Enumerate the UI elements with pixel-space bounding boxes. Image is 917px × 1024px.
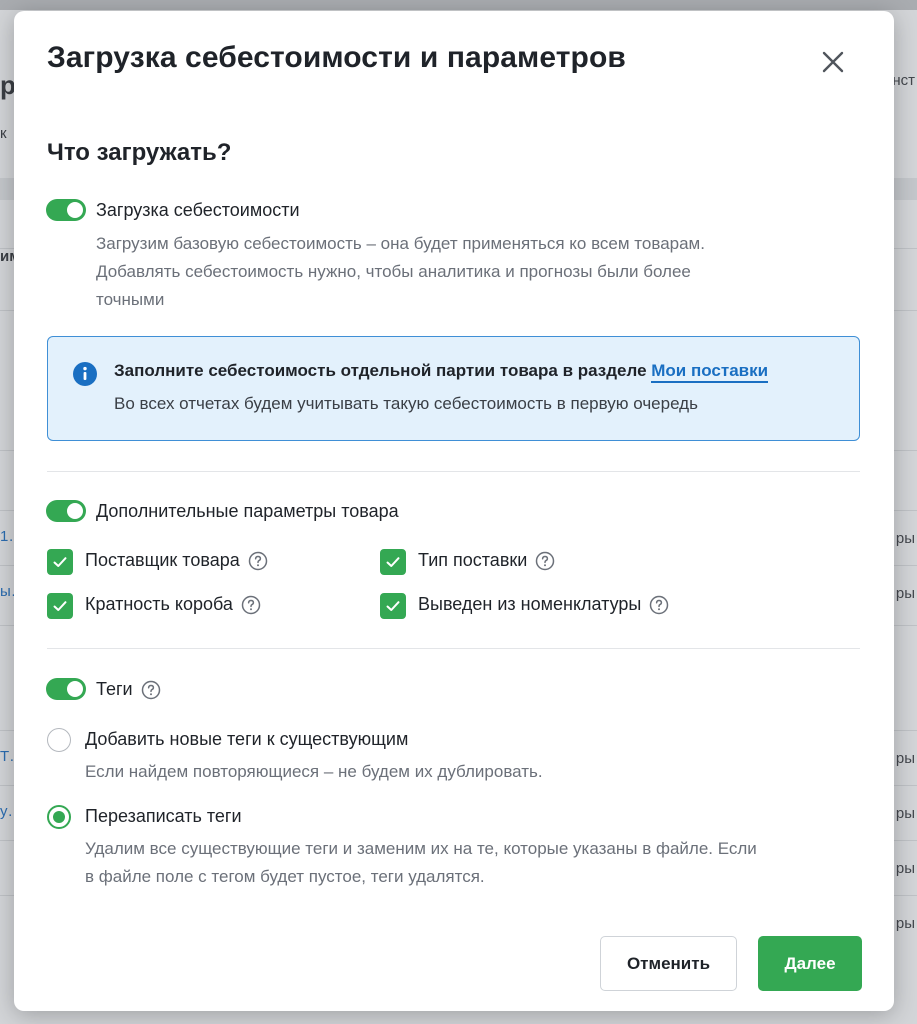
description-line: в файле поле с тегом будет пустое, теги … — [85, 867, 485, 886]
background-text: ры — [895, 915, 915, 932]
help-icon[interactable] — [649, 595, 669, 615]
extra-params-toggle[interactable] — [46, 500, 86, 522]
background-text: ры — [895, 750, 915, 767]
checkbox-delivery-type[interactable] — [380, 549, 406, 575]
cost-upload-toggle[interactable] — [46, 199, 86, 221]
upload-cost-modal: Загрузка себестоимости и параметров Что … — [14, 11, 894, 1011]
description-line: Удалим все существующие теги и заменим и… — [85, 839, 757, 858]
checkbox-label-text: Поставщик товара — [85, 550, 240, 570]
background-text: ры — [895, 530, 915, 547]
help-icon[interactable] — [535, 551, 555, 571]
checkbox-box-multiplicity[interactable] — [47, 593, 73, 619]
check-icon — [386, 557, 400, 567]
radio-add-tags[interactable] — [47, 728, 71, 752]
section-divider — [47, 471, 860, 472]
toggle-knob — [67, 202, 83, 218]
checkbox-supplier-label: Поставщик товара — [85, 550, 268, 571]
background-text: к — [0, 125, 7, 142]
background-text: ры — [895, 860, 915, 877]
help-icon[interactable] — [241, 595, 261, 615]
radio-overwrite-tags-description: Удалим все существующие теги и заменим и… — [85, 835, 757, 891]
background-text: ры — [895, 585, 915, 602]
background-text: ры — [895, 805, 915, 822]
checkbox-box-multiplicity-label: Кратность короба — [85, 594, 261, 615]
modal-title: Загрузка себестоимости и параметров — [47, 41, 626, 74]
cost-upload-label: Загрузка себестоимости — [96, 200, 300, 220]
checkbox-label-text: Кратность короба — [85, 594, 233, 614]
checkbox-supplier[interactable] — [47, 549, 73, 575]
info-text: Заполните себестоимость отдельной партии… — [114, 361, 769, 383]
help-icon[interactable] — [248, 551, 268, 571]
help-icon[interactable] — [141, 680, 161, 700]
info-text-secondary: Во всех отчетах будем учитывать такую се… — [114, 394, 698, 413]
check-icon — [53, 557, 67, 567]
check-icon — [386, 601, 400, 611]
description-line: Добавлять себестоимость нужно, чтобы ана… — [96, 262, 691, 281]
tags-label: Теги — [96, 679, 133, 699]
cancel-button[interactable]: Отменить — [600, 936, 737, 991]
checkbox-label-text: Тип поставки — [418, 550, 528, 570]
close-icon — [822, 51, 844, 73]
radio-overwrite-tags[interactable] — [47, 805, 71, 829]
info-text-bold: Заполните себестоимость отдельной партии… — [114, 361, 647, 380]
checkbox-label-text: Выведен из номенклатуры — [418, 594, 642, 614]
toggle-knob — [67, 503, 83, 519]
radio-dot — [53, 811, 65, 823]
next-button[interactable]: Далее — [758, 936, 862, 991]
close-button[interactable] — [818, 47, 848, 77]
check-icon — [53, 601, 67, 611]
my-deliveries-link[interactable]: Мои поставки — [651, 361, 769, 383]
radio-add-tags-description: Если найдем повторяющиеся – не будем их … — [85, 762, 543, 781]
checkbox-delivery-type-label: Тип поставки — [418, 550, 555, 571]
radio-overwrite-tags-label: Перезаписать теги — [85, 806, 242, 826]
background-top-bar — [0, 0, 917, 10]
extra-params-label: Дополнительные параметры товара — [96, 501, 399, 521]
description-line: Загрузим базовую себестоимость – она буд… — [96, 234, 705, 253]
section-heading: Что загружать? — [47, 139, 232, 166]
section-divider — [47, 648, 860, 649]
info-box: Заполните себестоимость отдельной партии… — [47, 336, 860, 441]
cost-upload-description: Загрузим базовую себестоимость – она буд… — [96, 230, 705, 314]
checkbox-discontinued-label: Выведен из номенклатуры — [418, 594, 669, 615]
radio-add-tags-label: Добавить новые теги к существующим — [85, 729, 409, 749]
tags-label-row: Теги — [96, 679, 161, 700]
info-icon — [73, 362, 97, 386]
checkbox-discontinued[interactable] — [380, 593, 406, 619]
description-line: точными — [96, 290, 165, 309]
tags-toggle[interactable] — [46, 678, 86, 700]
toggle-knob — [67, 681, 83, 697]
